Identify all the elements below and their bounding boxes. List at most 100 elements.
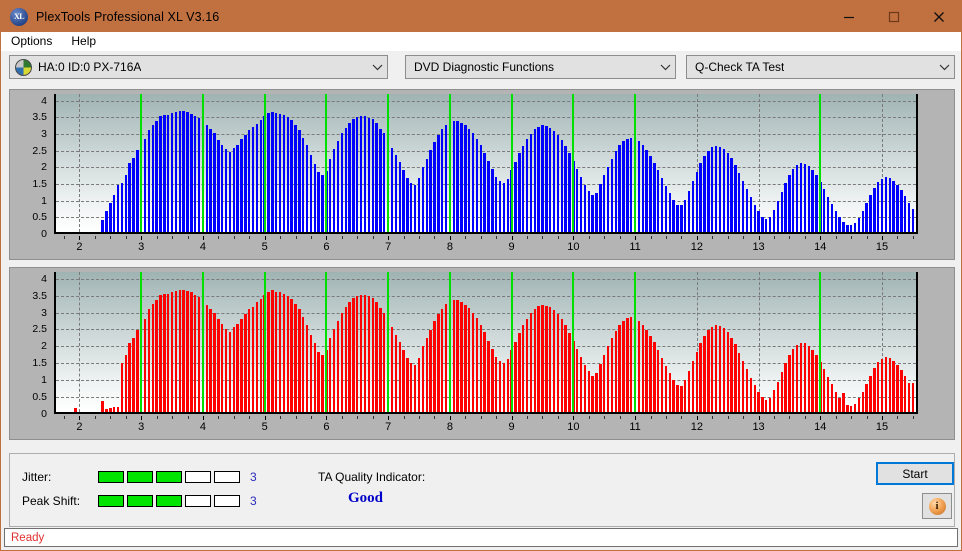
- y-axis-tick-label: 1: [41, 194, 47, 207]
- x-axis-minor-tick: [218, 416, 220, 419]
- menu-item-options[interactable]: Options: [8, 33, 60, 50]
- x-axis-minor-tick: [295, 236, 297, 239]
- x-axis-minor-tick: [64, 236, 66, 239]
- x-axis-minor-tick: [156, 416, 158, 419]
- x-axis-minor-tick: [774, 416, 775, 419]
- x-axis-minor-tick: [419, 416, 420, 419]
- chart-bar: [876, 361, 880, 412]
- chart-bar: [471, 312, 475, 412]
- x-axis-minor-tick: [94, 416, 96, 419]
- chart-bar: [668, 373, 672, 412]
- chart-bar: [726, 152, 729, 232]
- chart-bar: [529, 134, 533, 232]
- x-axis-minor-tick: [727, 236, 729, 239]
- test-select[interactable]: Q-Check TA Test: [686, 55, 955, 79]
- chart-bar: [757, 211, 760, 232]
- x-axis-tick: [882, 236, 884, 240]
- minimize-icon[interactable]: [826, 1, 871, 32]
- chart-bar: [599, 184, 602, 232]
- x-axis-minor-tick: [125, 416, 127, 419]
- chart-bar: [641, 324, 644, 412]
- chart-bar: [753, 384, 756, 412]
- maximize-icon[interactable]: [871, 1, 916, 32]
- chart-bar: [406, 357, 409, 412]
- chart-bar: [529, 313, 533, 412]
- chart-bar: [522, 146, 525, 232]
- chart-bar: [479, 145, 482, 232]
- gridline-horizontal: [56, 217, 916, 219]
- x-axis-minor-tick: [233, 416, 235, 419]
- chart-bar: [244, 313, 247, 412]
- chart-bar: [722, 148, 726, 232]
- x-axis-tick: [758, 236, 760, 240]
- x-axis: 2 3 4 5 6 7 8 9 10 11 12 13 14 15: [54, 416, 918, 438]
- x-axis-tick-label: 12: [690, 421, 703, 433]
- title-bar: XL PlexTools Professional XL V3.16: [1, 1, 961, 32]
- info-button[interactable]: i: [922, 493, 952, 519]
- chart-bar: [776, 201, 780, 232]
- chart-bar: [857, 398, 861, 412]
- chart-bar: [606, 346, 610, 412]
- x-axis-tick-label: 4: [199, 421, 206, 433]
- chart-bar: [884, 177, 888, 232]
- chart-bar: [583, 184, 587, 232]
- chart-bar: [502, 182, 506, 232]
- chart-bar: [857, 218, 861, 232]
- function-select[interactable]: DVD Diagnostic Functions: [405, 55, 676, 79]
- chart-bar: [194, 294, 197, 412]
- chart-bar: [143, 318, 147, 412]
- chart-bar: [217, 319, 220, 412]
- gridline-horizontal: [56, 134, 916, 135]
- chart-bar: [143, 139, 147, 232]
- chart-bar: [363, 295, 367, 412]
- chart-bar: [884, 357, 888, 412]
- y-axis-tick-label: 1.5: [32, 357, 47, 370]
- chart-bar: [522, 325, 525, 412]
- chart-bar: [302, 138, 305, 232]
- results-panel: Jitter: 3 Peak Shift: 3 TA Quality Indic…: [9, 453, 955, 527]
- chart-bar: [552, 309, 556, 412]
- chart-bar: [880, 358, 884, 412]
- chart-bar: [711, 326, 714, 412]
- chart-bar: [537, 126, 540, 232]
- x-axis-tick-label: 9: [508, 241, 515, 253]
- chart-bar: [649, 156, 652, 232]
- peak-shift-chart-panel: 0 0.5 1 1.5 2 2.5 3 3.5 4 2 3 4 5 6 7 8 9 10 11 12 13 14 15: [9, 267, 955, 440]
- chart-bar: [244, 134, 247, 232]
- chart-bar: [74, 407, 77, 412]
- chart-bar: [795, 165, 799, 232]
- drive-select[interactable]: HA:0 ID:0 PX-716A: [9, 55, 388, 79]
- chart-bar: [413, 184, 417, 232]
- chart-bar: [761, 397, 764, 412]
- x-axis-minor-tick: [94, 236, 96, 239]
- chart-bar: [876, 182, 880, 232]
- chart-bar: [792, 169, 795, 232]
- x-axis-minor-tick: [341, 416, 343, 419]
- x-axis-tick: [388, 416, 390, 420]
- x-axis-tick: [79, 236, 81, 240]
- x-axis-minor-tick: [727, 416, 729, 419]
- chart-bar: [163, 115, 166, 232]
- track-marker: [819, 272, 822, 412]
- close-icon[interactable]: [916, 1, 961, 32]
- chart-bar: [329, 158, 332, 232]
- track-marker: [634, 94, 637, 232]
- chart-bar: [271, 290, 274, 412]
- chart-bar: [440, 308, 444, 412]
- menu-item-help[interactable]: Help: [68, 33, 104, 50]
- x-axis-minor-tick: [804, 416, 806, 419]
- meter-segment: [214, 495, 240, 507]
- chart-bar: [568, 332, 571, 412]
- chart-bar: [541, 125, 544, 232]
- chart-bar: [298, 309, 301, 412]
- jitter-value: 3: [250, 470, 257, 484]
- chart-bar: [815, 175, 818, 232]
- start-button[interactable]: Start: [876, 462, 954, 485]
- x-axis-tick-label: 12: [690, 241, 703, 253]
- chart-bar: [105, 211, 108, 232]
- chart-bar: [332, 149, 336, 232]
- meter-segment: [98, 495, 124, 507]
- chart-bar: [506, 358, 509, 412]
- chart-bar: [248, 130, 251, 232]
- chart-bar: [375, 301, 378, 412]
